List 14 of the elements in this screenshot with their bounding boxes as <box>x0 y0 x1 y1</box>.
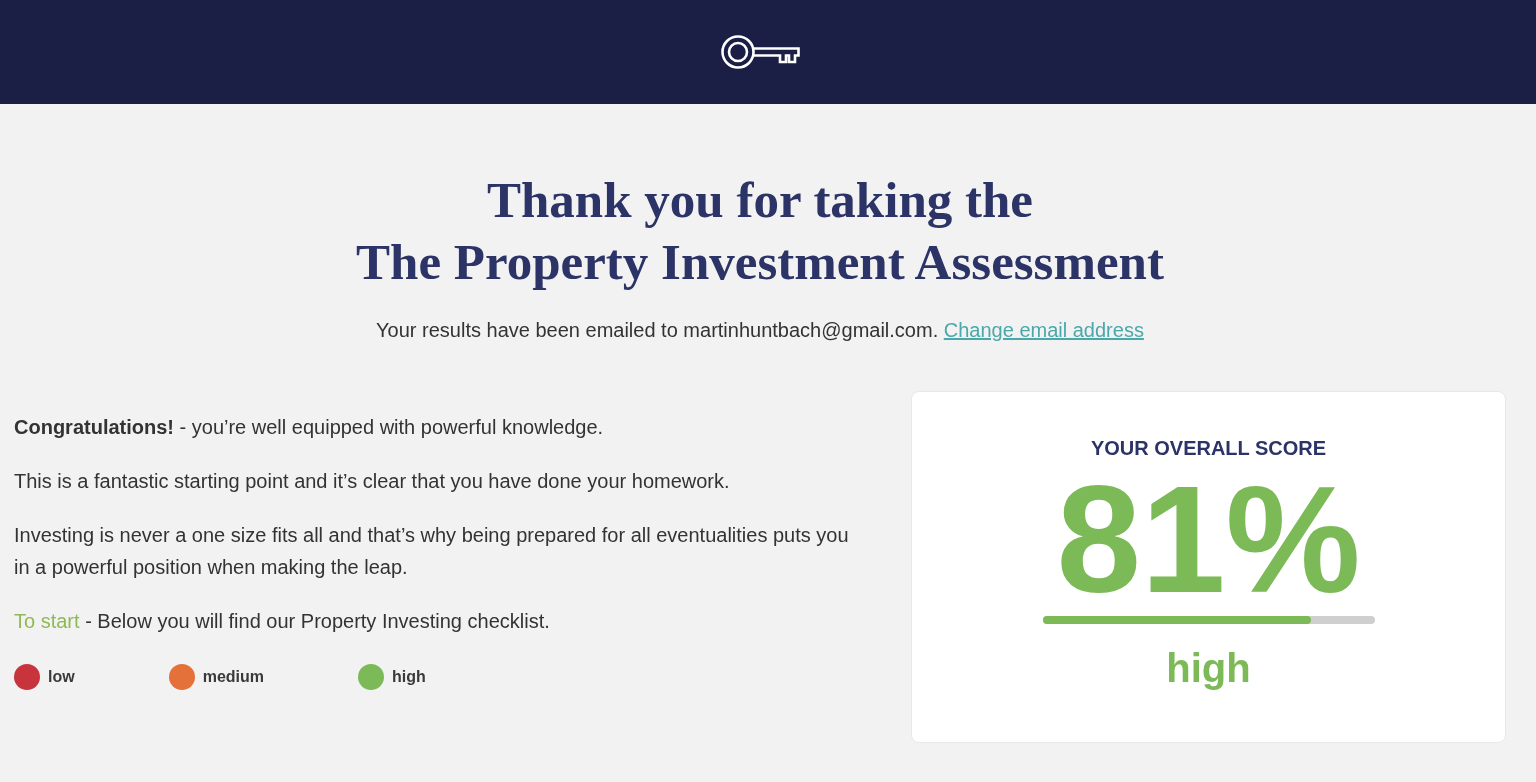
legend-label: medium <box>202 667 264 687</box>
message-paragraph: To start - Below you will find our Property Investing checklist. <box>14 609 551 634</box>
change-email-link[interactable]: Change email address <box>943 319 1144 341</box>
legend-label: high <box>392 667 426 687</box>
legend-label: low <box>48 667 75 687</box>
score-rating: high <box>1166 644 1251 692</box>
page-title: Thank you for taking the The Property Investment Assessment <box>356 171 1164 292</box>
message-paragraph: Congratulations! - you’re well equipped with powerful knowledge. <box>14 415 605 440</box>
message-paragraph: Investing is never a one size fits all and that’s why being prepared for all eventualities puts you in a powerful position when making the leap. <box>14 523 850 580</box>
score-percentage: 81% <box>1056 471 1361 608</box>
results-notice: Your results have been emailed to martinhuntbach@gmail.com. Change email address <box>376 318 1144 343</box>
key-icon <box>720 35 800 69</box>
score-title: YOUR OVERALL SCORE <box>1090 436 1327 460</box>
message-paragraph: This is a fantastic starting point and it’s clear that you have done your homework. <box>14 469 731 494</box>
